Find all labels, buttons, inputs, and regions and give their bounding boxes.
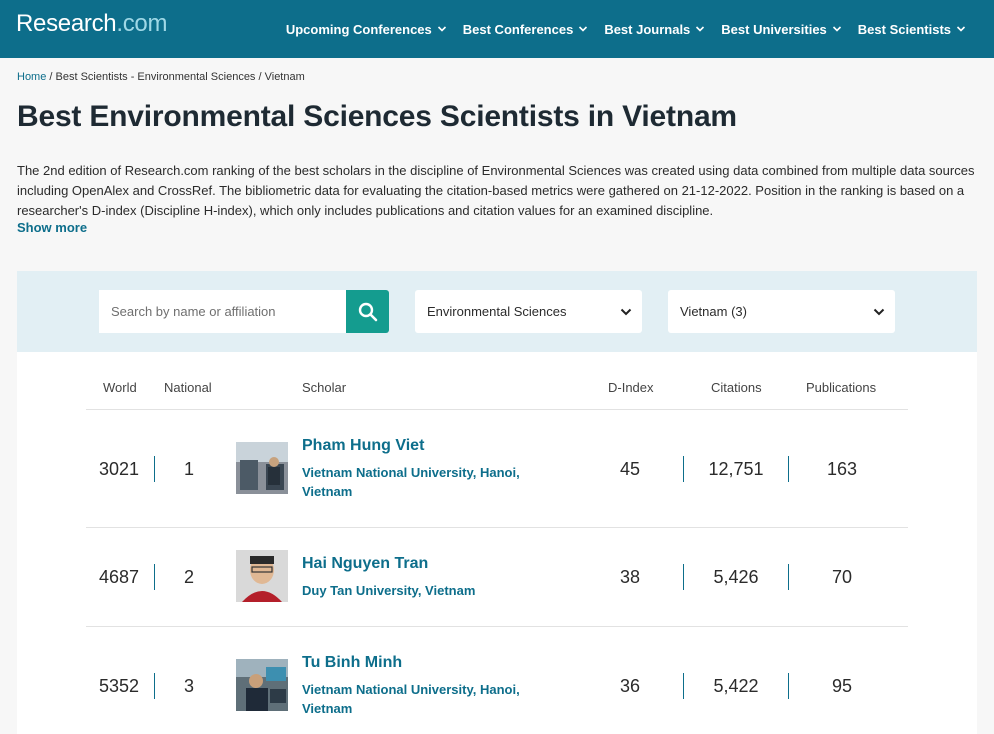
- chevron-down-icon: [873, 308, 885, 316]
- search-input[interactable]: [99, 290, 346, 333]
- table-row: 3021 1 Pham Hung Viet Vietnam National U…: [86, 410, 908, 528]
- column-divider: [788, 564, 789, 590]
- avatar[interactable]: [236, 659, 288, 711]
- publications-value: 163: [826, 459, 858, 479]
- scholar-name-link[interactable]: Hai Nguyen Tran: [302, 555, 428, 573]
- country-select[interactable]: Vietnam (3): [668, 290, 895, 333]
- publications-value: 95: [831, 676, 853, 696]
- filter-bar: Environmental Sciences Vietnam (3): [17, 271, 977, 352]
- header-scholar: Scholar: [302, 380, 347, 395]
- header-dindex: D-Index: [608, 380, 654, 395]
- national-rank: 3: [184, 676, 195, 696]
- nav-label: Best Universities: [721, 21, 827, 37]
- citations-value: 5,426: [713, 567, 759, 587]
- logo-suffix: .com: [116, 10, 168, 37]
- chevron-down-icon: [579, 26, 588, 32]
- chevron-down-icon: [832, 26, 841, 32]
- nav-best-scientists[interactable]: Best Scientists: [858, 22, 966, 37]
- breadcrumb-separator: /: [255, 71, 265, 83]
- nav-label: Best Journals: [604, 21, 691, 37]
- scholar-affiliation[interactable]: Vietnam National University, Hanoi, Viet…: [302, 680, 562, 718]
- chevron-down-icon: [956, 26, 966, 32]
- chevron-down-icon: [620, 308, 632, 316]
- site-logo[interactable]: Research.com: [16, 10, 167, 38]
- breadcrumb-home[interactable]: Home: [17, 71, 46, 83]
- citations-value: 12,751: [708, 459, 764, 479]
- rankings-table: World National Scholar D-Index Citations…: [17, 352, 977, 734]
- show-more-link[interactable]: Show more: [17, 220, 87, 235]
- page-description: The 2nd edition of Research.com ranking …: [17, 163, 975, 218]
- citations-value: 5,422: [713, 676, 759, 696]
- column-divider: [788, 673, 789, 699]
- header-national: National: [164, 380, 212, 395]
- breadcrumb-current: Vietnam: [264, 71, 305, 83]
- table-row: 5352 3 Tu Binh Minh Vietnam National Uni…: [86, 627, 908, 734]
- column-divider: [154, 564, 155, 590]
- logo-main: Research: [16, 10, 117, 37]
- dindex-value: 36: [619, 676, 641, 696]
- breadcrumb-best-scientists[interactable]: Best Scientists - Environmental Sciences: [56, 71, 256, 83]
- main-nav: Upcoming Conferences Best Conferences Be…: [270, 0, 966, 58]
- nav-best-universities[interactable]: Best Universities: [721, 22, 842, 37]
- breadcrumb-separator: /: [46, 71, 56, 83]
- avatar[interactable]: [236, 442, 288, 494]
- nav-label: Best Scientists: [857, 21, 951, 37]
- avatar[interactable]: [236, 550, 288, 602]
- header-world: World: [103, 380, 137, 395]
- scholar-photo: [236, 659, 288, 711]
- breadcrumb: Home / Best Scientists - Environmental S…: [17, 71, 305, 83]
- top-navigation-bar: Research.com Upcoming Conferences Best C…: [0, 0, 994, 58]
- scholar-affiliation[interactable]: Duy Tan University, Vietnam: [302, 581, 562, 600]
- world-rank: 3021: [99, 459, 140, 479]
- header-citations: Citations: [711, 380, 762, 395]
- table-header: World National Scholar D-Index Citations…: [86, 352, 908, 410]
- national-rank: 2: [184, 567, 195, 587]
- scholar-name-link[interactable]: Pham Hung Viet: [302, 437, 424, 455]
- nav-best-conferences[interactable]: Best Conferences: [463, 22, 589, 37]
- country-value: Vietnam (3): [680, 304, 747, 319]
- dindex-value: 38: [619, 567, 641, 587]
- chevron-down-icon: [437, 26, 446, 32]
- search-button[interactable]: [346, 290, 389, 333]
- search-icon: [358, 302, 377, 321]
- scholar-name-link[interactable]: Tu Binh Minh: [302, 654, 402, 672]
- publications-value: 70: [831, 567, 853, 587]
- dindex-value: 45: [619, 459, 641, 479]
- nav-label: Upcoming Conferences: [285, 21, 432, 37]
- column-divider: [154, 456, 155, 482]
- discipline-select[interactable]: Environmental Sciences: [415, 290, 642, 333]
- world-rank: 4687: [99, 567, 140, 587]
- chevron-down-icon: [696, 26, 705, 32]
- column-divider: [154, 673, 155, 699]
- header-publications: Publications: [806, 380, 877, 395]
- scholar-photo: [236, 442, 288, 494]
- national-rank: 1: [184, 459, 195, 479]
- nav-best-journals[interactable]: Best Journals: [604, 22, 705, 37]
- scholar-photo: [236, 550, 288, 602]
- discipline-value: Environmental Sciences: [427, 304, 567, 319]
- column-divider: [683, 456, 684, 482]
- column-divider: [683, 564, 684, 590]
- nav-label: Best Conferences: [462, 21, 574, 37]
- column-divider: [788, 456, 789, 482]
- world-rank: 5352: [99, 676, 140, 696]
- table-row: 4687 2 Hai Nguyen Tran Duy Tan Universit…: [86, 528, 908, 627]
- scholar-affiliation[interactable]: Vietnam National University, Hanoi, Viet…: [302, 463, 562, 501]
- nav-upcoming-conferences[interactable]: Upcoming Conferences: [286, 22, 447, 37]
- column-divider: [683, 673, 684, 699]
- page-title: Best Environmental Sciences Scientists i…: [17, 100, 737, 133]
